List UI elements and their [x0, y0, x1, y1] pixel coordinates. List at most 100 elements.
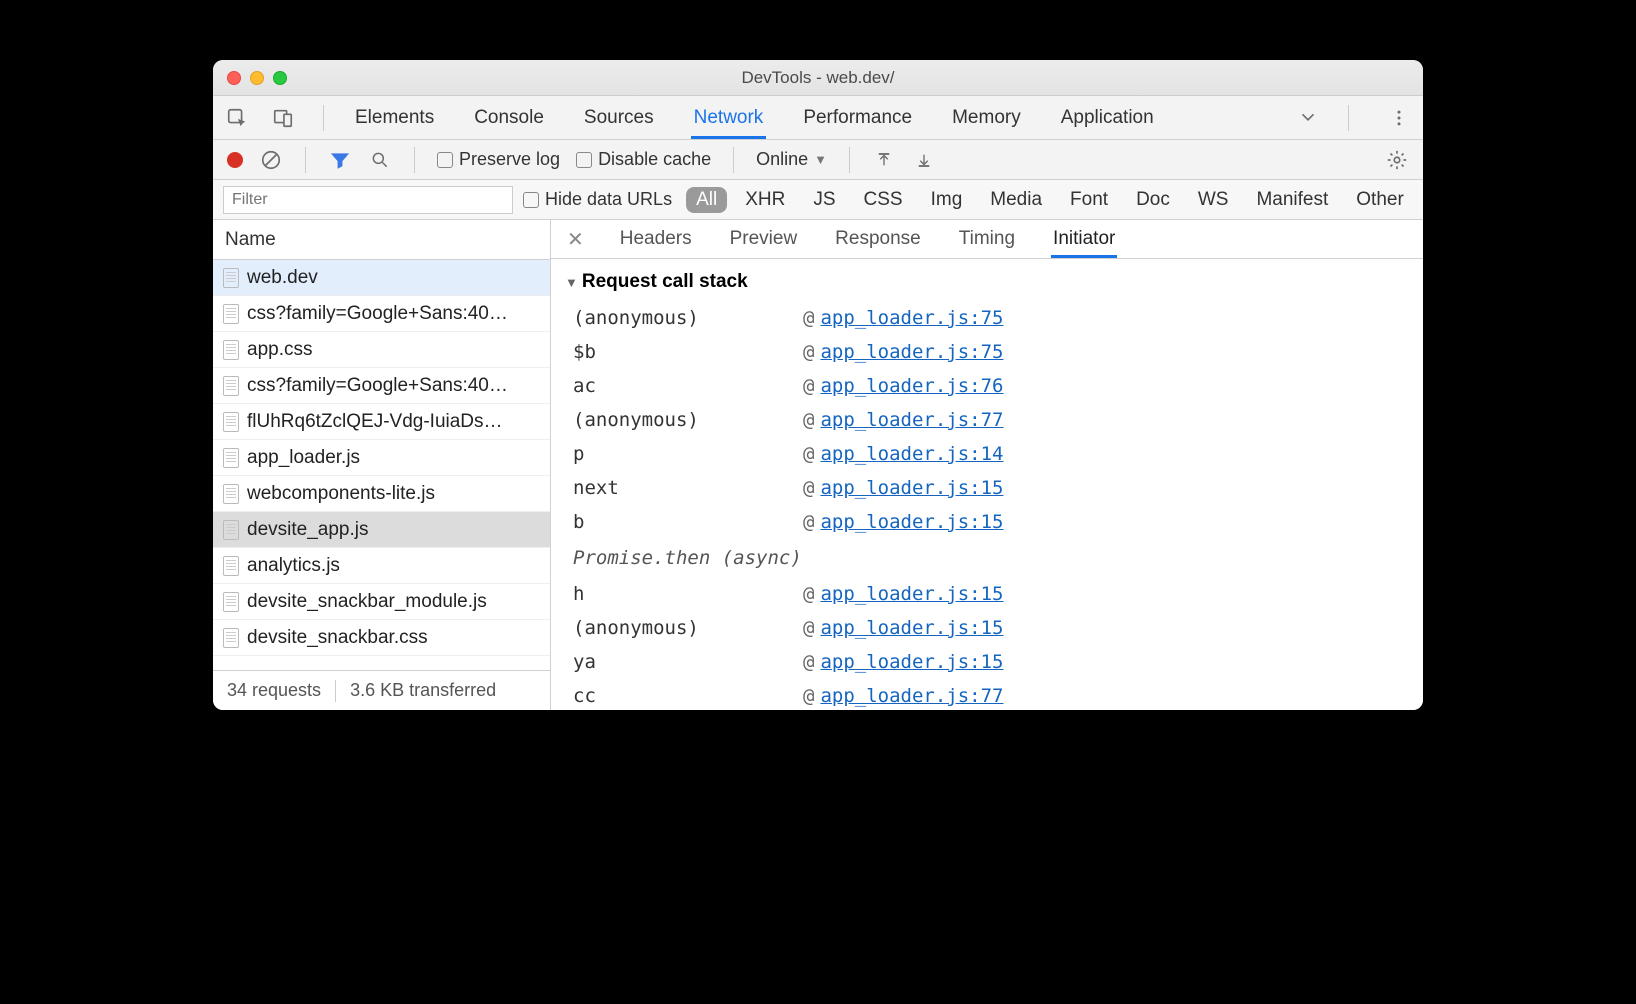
filter-type-js[interactable]: JS: [803, 187, 845, 213]
file-icon: [223, 628, 239, 648]
stack-source-link[interactable]: app_loader.js:14: [820, 437, 1003, 471]
transferred-size: 3.6 KB transferred: [350, 680, 496, 701]
tab-network[interactable]: Network: [691, 97, 767, 139]
tab-elements[interactable]: Elements: [352, 97, 437, 139]
titlebar: DevTools - web.dev/: [213, 60, 1423, 96]
request-row[interactable]: webcomponents-lite.js: [213, 476, 550, 512]
separator: [305, 147, 306, 173]
close-icon[interactable]: ✕: [567, 227, 584, 252]
async-boundary: Promise.then (async): [565, 539, 1409, 577]
detail-tab-initiator[interactable]: Initiator: [1051, 220, 1117, 258]
inspect-icon[interactable]: [225, 106, 249, 130]
detail-panel: ✕ HeadersPreviewResponseTimingInitiator …: [551, 220, 1423, 710]
tab-performance[interactable]: Performance: [800, 97, 915, 139]
stack-source-link[interactable]: app_loader.js:75: [820, 301, 1003, 335]
throttling-select[interactable]: Online ▼: [756, 149, 827, 170]
content-area: Name web.devcss?family=Google+Sans:40…ap…: [213, 220, 1423, 710]
request-row[interactable]: css?family=Google+Sans:40…: [213, 296, 550, 332]
detail-tab-preview[interactable]: Preview: [728, 220, 800, 258]
hide-data-urls-checkbox[interactable]: Hide data URLs: [523, 189, 672, 210]
stack-source-link[interactable]: app_loader.js:77: [820, 679, 1003, 710]
request-row[interactable]: app_loader.js: [213, 440, 550, 476]
filter-icon[interactable]: [328, 148, 352, 172]
filter-type-xhr[interactable]: XHR: [735, 187, 795, 213]
stack-source-link[interactable]: app_loader.js:15: [820, 645, 1003, 679]
zoom-window-button[interactable]: [273, 71, 287, 85]
stack-frame: cc@app_loader.js:77: [565, 679, 1409, 710]
close-window-button[interactable]: [227, 71, 241, 85]
separator: [733, 147, 734, 173]
stack-frame: b@app_loader.js:15: [565, 505, 1409, 539]
file-icon: [223, 484, 239, 504]
detail-tab-headers[interactable]: Headers: [618, 220, 694, 258]
stack-source-link[interactable]: app_loader.js:15: [820, 505, 1003, 539]
minimize-window-button[interactable]: [250, 71, 264, 85]
stack-source-link[interactable]: app_loader.js:15: [820, 577, 1003, 611]
devtools-window: DevTools - web.dev/ Elements Console Sourc…: [213, 60, 1423, 710]
clear-icon[interactable]: [259, 148, 283, 172]
filter-type-media[interactable]: Media: [980, 187, 1052, 213]
stack-source-link[interactable]: app_loader.js:76: [820, 369, 1003, 403]
request-list-header[interactable]: Name: [213, 220, 550, 260]
file-icon: [223, 592, 239, 612]
filter-type-img[interactable]: Img: [921, 187, 973, 213]
filter-input[interactable]: [223, 186, 513, 214]
request-row[interactable]: web.dev: [213, 260, 550, 296]
filter-type-other[interactable]: Other: [1346, 187, 1414, 213]
more-tabs-icon[interactable]: [1296, 106, 1320, 130]
gear-icon[interactable]: [1385, 148, 1409, 172]
filter-type-all[interactable]: All: [686, 187, 727, 213]
request-name: css?family=Google+Sans:40…: [247, 303, 508, 325]
stack-frame: ya@app_loader.js:15: [565, 645, 1409, 679]
request-name: app_loader.js: [247, 447, 360, 469]
kebab-menu-icon[interactable]: [1387, 106, 1411, 130]
request-row[interactable]: flUhRq6tZclQEJ-Vdg-IuiaDs…: [213, 404, 550, 440]
separator: [1348, 105, 1349, 131]
disable-cache-checkbox[interactable]: Disable cache: [576, 149, 711, 170]
request-row[interactable]: devsite_snackbar.css: [213, 620, 550, 656]
filter-type-css[interactable]: CSS: [854, 187, 913, 213]
stack-function: (anonymous): [573, 611, 803, 645]
detail-tab-response[interactable]: Response: [833, 220, 923, 258]
stack-source-link[interactable]: app_loader.js:77: [820, 403, 1003, 437]
chevron-down-icon: ▼: [814, 152, 827, 167]
request-row[interactable]: devsite_snackbar_module.js: [213, 584, 550, 620]
request-row[interactable]: devsite_app.js: [213, 512, 550, 548]
request-name: devsite_snackbar.css: [247, 627, 428, 649]
tab-memory[interactable]: Memory: [949, 97, 1024, 139]
filter-type-manifest[interactable]: Manifest: [1246, 187, 1338, 213]
record-button[interactable]: [227, 152, 243, 168]
request-list: Name web.devcss?family=Google+Sans:40…ap…: [213, 220, 551, 710]
stack-heading[interactable]: ▼ Request call stack: [565, 271, 1409, 293]
stack-frame: h@app_loader.js:15: [565, 577, 1409, 611]
stack-source-link[interactable]: app_loader.js:75: [820, 335, 1003, 369]
stack-source-link[interactable]: app_loader.js:15: [820, 471, 1003, 505]
tab-console[interactable]: Console: [471, 97, 547, 139]
stack-frame: (anonymous)@app_loader.js:75: [565, 301, 1409, 335]
download-icon[interactable]: [912, 148, 936, 172]
stack-function: h: [573, 577, 803, 611]
file-icon: [223, 412, 239, 432]
filter-type-doc[interactable]: Doc: [1126, 187, 1180, 213]
preserve-log-checkbox[interactable]: Preserve log: [437, 149, 560, 170]
stack-frame: (anonymous)@app_loader.js:15: [565, 611, 1409, 645]
stack-function: (anonymous): [573, 301, 803, 335]
tab-sources[interactable]: Sources: [581, 97, 657, 139]
stack-source-link[interactable]: app_loader.js:15: [820, 611, 1003, 645]
request-row[interactable]: css?family=Google+Sans:40…: [213, 368, 550, 404]
request-row[interactable]: app.css: [213, 332, 550, 368]
stack-frame: $b@app_loader.js:75: [565, 335, 1409, 369]
device-toggle-icon[interactable]: [271, 106, 295, 130]
request-row[interactable]: analytics.js: [213, 548, 550, 584]
filter-type-font[interactable]: Font: [1060, 187, 1118, 213]
stack-function: ac: [573, 369, 803, 403]
file-icon: [223, 556, 239, 576]
upload-icon[interactable]: [872, 148, 896, 172]
search-icon[interactable]: [368, 148, 392, 172]
network-toolbar: Preserve log Disable cache Online ▼: [213, 140, 1423, 180]
separator: [323, 105, 324, 131]
tab-application[interactable]: Application: [1058, 97, 1157, 139]
separator: [414, 147, 415, 173]
filter-type-ws[interactable]: WS: [1188, 187, 1239, 213]
detail-tab-timing[interactable]: Timing: [957, 220, 1017, 258]
